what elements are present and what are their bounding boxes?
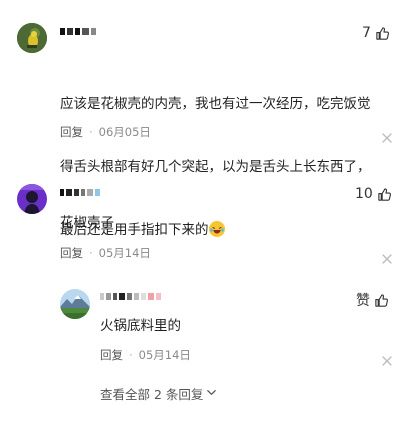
reply-button[interactable]: 回复: [60, 245, 83, 261]
like-count: 7: [362, 25, 371, 41]
like-count: 10: [355, 186, 373, 202]
avatar[interactable]: [60, 289, 90, 319]
reply-meta: 回复 · 05月14日: [100, 347, 191, 363]
avatar[interactable]: [17, 184, 47, 214]
like-button[interactable]: 赞: [356, 290, 389, 310]
thumbs-up-icon: [377, 187, 392, 202]
thumbs-up-icon: [374, 293, 389, 308]
separator-dot: ·: [89, 246, 93, 260]
reply-text: 火锅底料里的: [100, 318, 181, 334]
username[interactable]: [60, 28, 96, 35]
username[interactable]: [100, 293, 161, 300]
thumbs-up-icon: [375, 26, 390, 41]
like-label: 赞: [356, 293, 370, 309]
like-button[interactable]: 7: [362, 25, 390, 41]
close-icon[interactable]: [381, 250, 393, 264]
comment-meta: 回复 · 06月05日: [60, 124, 151, 140]
comment-text: 花椒壳子: [60, 215, 114, 231]
avatar[interactable]: [17, 23, 47, 53]
comment-meta: 回复 · 05月14日: [60, 245, 151, 261]
view-all-label: 查看全部 2 条回复: [100, 387, 204, 402]
view-all-replies-button[interactable]: 查看全部 2 条回复: [100, 384, 217, 403]
reply-button[interactable]: 回复: [60, 124, 83, 140]
separator-dot: ·: [89, 125, 93, 139]
reply-button[interactable]: 回复: [100, 347, 123, 363]
reply-date: 05月14日: [138, 348, 191, 362]
close-icon[interactable]: [381, 129, 393, 143]
close-icon[interactable]: [381, 352, 393, 366]
comment-date: 05月14日: [98, 246, 151, 260]
like-button[interactable]: 10: [355, 186, 392, 202]
comment-thread: 7 应该是花椒壳的内壳，我也有过一次经历，吃完饭觉 得舌头根部有好几个突起，以为…: [0, 0, 418, 423]
chevron-down-icon: [206, 386, 217, 401]
laughing-with-tears-emoji: [208, 221, 225, 237]
username[interactable]: [60, 189, 100, 196]
comment-date: 06月05日: [98, 125, 151, 139]
separator-dot: ·: [129, 348, 133, 362]
